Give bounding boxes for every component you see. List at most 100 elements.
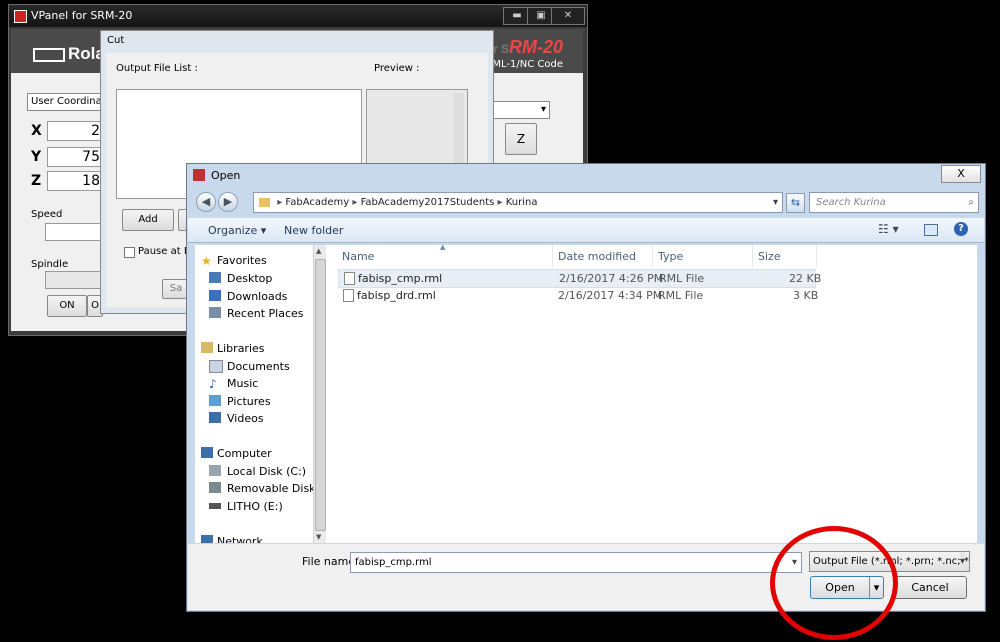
navigation-pane: ★ Favorites Desktop Downloads Recent Pla… [195,245,313,543]
vpanel-title: VPanel for SRM-20 [31,9,133,22]
help-icon[interactable]: ? [954,222,968,236]
add-button[interactable]: Add [122,209,174,231]
search-input[interactable]: Search Kurina ⌕ [809,192,979,213]
column-separator [816,245,817,267]
nav-litho[interactable]: LITHO (E:) [227,500,283,513]
column-name[interactable]: Name [342,250,374,263]
computer-icon [201,447,213,458]
chevron-down-icon[interactable]: ▾ [773,193,778,212]
sort-arrow-icon: ▲ [440,243,446,251]
axis-x-label: X [31,123,42,139]
z-button[interactable]: Z [505,123,537,155]
star-icon: ★ [201,254,212,268]
nav-network[interactable]: Network [217,535,263,543]
cancel-button[interactable]: Cancel [893,576,967,599]
vpanel-titlebar[interactable]: VPanel for SRM-20 ▬ ▣ ✕ [9,5,587,27]
refresh-icon[interactable]: ⇆ [786,193,805,213]
nav-favorites[interactable]: Favorites [217,254,267,267]
libraries-icon [201,342,213,353]
table-row[interactable]: fabisp_drd.rml 2/16/2017 4:34 PM RML Fil… [338,287,818,304]
nav-desktop[interactable]: Desktop [227,272,272,285]
documents-icon [209,360,223,373]
nav-local-disk[interactable]: Local Disk (C:) [227,465,306,478]
table-row[interactable]: fabisp_cmp.rml 2/16/2017 4:26 PM RML Fil… [338,269,821,288]
chevron-down-icon: ▾ [959,552,965,571]
address-bar[interactable]: ▸ FabAcademy ▸ FabAcademy2017Students ▸ … [253,192,783,213]
spindle-slider[interactable] [45,271,103,289]
nav-scrollbar-thumb[interactable] [315,259,326,531]
dialog-toolbar: Organize ▾ New folder ☷ ▾ ? [188,218,984,243]
chevron-down-icon: ▾ [540,104,546,115]
breadcrumb-item[interactable]: Kurina [506,197,538,208]
file-type: RML File [658,289,704,302]
axis-y-value: 75 [47,147,105,167]
dialog-close-button[interactable]: X [941,165,981,183]
speed-slider[interactable] [45,223,103,241]
view-options-icon[interactable]: ☷ ▾ [878,222,899,236]
breadcrumb-item[interactable]: FabAcademy2017Students [361,197,495,208]
recent-places-icon [209,307,221,318]
column-separator [652,245,653,267]
vpanel-right-select[interactable]: ▾ [489,101,550,119]
file-icon [344,272,355,285]
organize-menu[interactable]: Organize ▾ [208,224,266,237]
column-size[interactable]: Size [758,250,781,263]
nav-downloads[interactable]: Downloads [227,290,287,303]
forward-arrow-icon[interactable]: ▶ [218,192,238,212]
column-separator [552,245,553,267]
file-name-value: fabisp_cmp.rml [355,557,432,568]
disk-icon [209,465,221,476]
file-name: fabisp_cmp.rml [358,272,443,285]
nav-removable-disk[interactable]: Removable Disk ( [227,482,313,495]
nav-documents[interactable]: Documents [227,360,290,373]
file-name-field[interactable]: fabisp_cmp.rml ▾ [350,552,802,573]
preview-pane-icon[interactable] [924,224,938,236]
removable-disk-icon [209,482,221,493]
nav-libraries[interactable]: Libraries [217,342,265,355]
nav-scrollbar[interactable]: ▲ ▼ [313,245,326,543]
nav-music[interactable]: Music [227,377,258,390]
file-modified: 2/16/2017 4:26 PM [559,272,664,285]
videos-icon [209,412,221,423]
drive-icon [209,503,221,509]
column-separator [752,245,753,267]
pictures-icon [209,395,221,406]
file-size: 3 KB [793,289,819,302]
spindle-label: Spindle [31,259,69,270]
file-list: Name ▲ Date modified Type Size fabisp_cm… [326,243,977,543]
cut-title: Cut [107,35,125,46]
downloads-icon [209,290,221,301]
vpanel-app-icon [14,10,27,23]
nav-computer[interactable]: Computer [217,447,272,460]
spindle-on-button[interactable]: ON [47,295,87,317]
folder-icon [259,197,270,207]
axis-x-value: 2 [47,121,105,141]
search-icon: ⌕ [968,197,974,208]
pause-checkbox[interactable] [124,247,135,258]
file-name: fabisp_drd.rml [357,289,436,302]
code-label: RML-1/NC Code [485,59,563,70]
breadcrumb-sep-icon: ▸ [277,197,283,208]
scroll-up-icon[interactable]: ▲ [316,247,321,255]
file-type: RML File [659,272,705,285]
back-arrow-icon[interactable]: ◀ [196,192,216,212]
scroll-down-icon[interactable]: ▼ [316,533,321,541]
file-size: 22 KB [789,272,822,285]
nav-videos[interactable]: Videos [227,412,264,425]
axis-z-label: Z [31,173,42,189]
breadcrumb-sep-icon: ▸ [497,197,506,208]
nav-pictures[interactable]: Pictures [227,395,271,408]
axis-z-value: 18 [47,171,105,191]
nav-recent-places[interactable]: Recent Places [227,307,304,320]
preview-scrollbar[interactable] [454,93,464,173]
network-icon [201,535,213,543]
breadcrumb-item[interactable]: FabAcademy [285,197,349,208]
axis-y-label: Y [31,149,42,165]
output-list-label: Output File List : [116,63,198,74]
close-icon[interactable]: ✕ [551,7,585,25]
file-icon [343,289,354,302]
roland-logo: Rola [33,44,105,64]
new-folder-button[interactable]: New folder [284,224,343,237]
column-type[interactable]: Type [658,250,683,263]
column-date-modified[interactable]: Date modified [558,250,636,263]
